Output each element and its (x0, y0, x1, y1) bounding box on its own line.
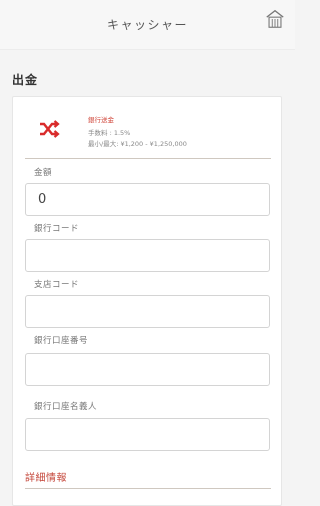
payment-method-name: 銀行送金 (88, 116, 114, 124)
withdraw-form-card: 銀行送金 手数料 : 1.5% 最小/最大: ¥1,200 - ¥1,250,0… (12, 96, 282, 506)
branch-code-input[interactable] (25, 295, 270, 328)
payment-method-fee: 手数料 : 1.5% (88, 129, 131, 137)
amount-label: 金額 (34, 168, 53, 178)
details-link[interactable]: 詳細情報 (25, 469, 67, 484)
payment-method-limits: 最小/最大: ¥1,200 - ¥1,250,000 (88, 140, 187, 148)
account-number-input[interactable] (25, 353, 270, 386)
method-divider (25, 158, 271, 159)
branch-code-label: 支店コード (34, 280, 80, 290)
bank-code-input[interactable] (25, 239, 270, 272)
account-holder-label: 銀行口座名義人 (34, 402, 98, 412)
home-icon[interactable] (264, 8, 286, 30)
account-number-label: 銀行口座番号 (34, 336, 89, 346)
details-divider (25, 488, 271, 489)
top-bar: キャッシャー (0, 0, 295, 50)
shuffle-icon (40, 120, 60, 138)
withdraw-heading: 出金 (12, 73, 39, 87)
amount-input[interactable] (25, 183, 270, 216)
page-title: キャッシャー (106, 18, 188, 32)
account-holder-input[interactable] (25, 418, 270, 451)
bank-code-label: 銀行コード (34, 224, 80, 234)
